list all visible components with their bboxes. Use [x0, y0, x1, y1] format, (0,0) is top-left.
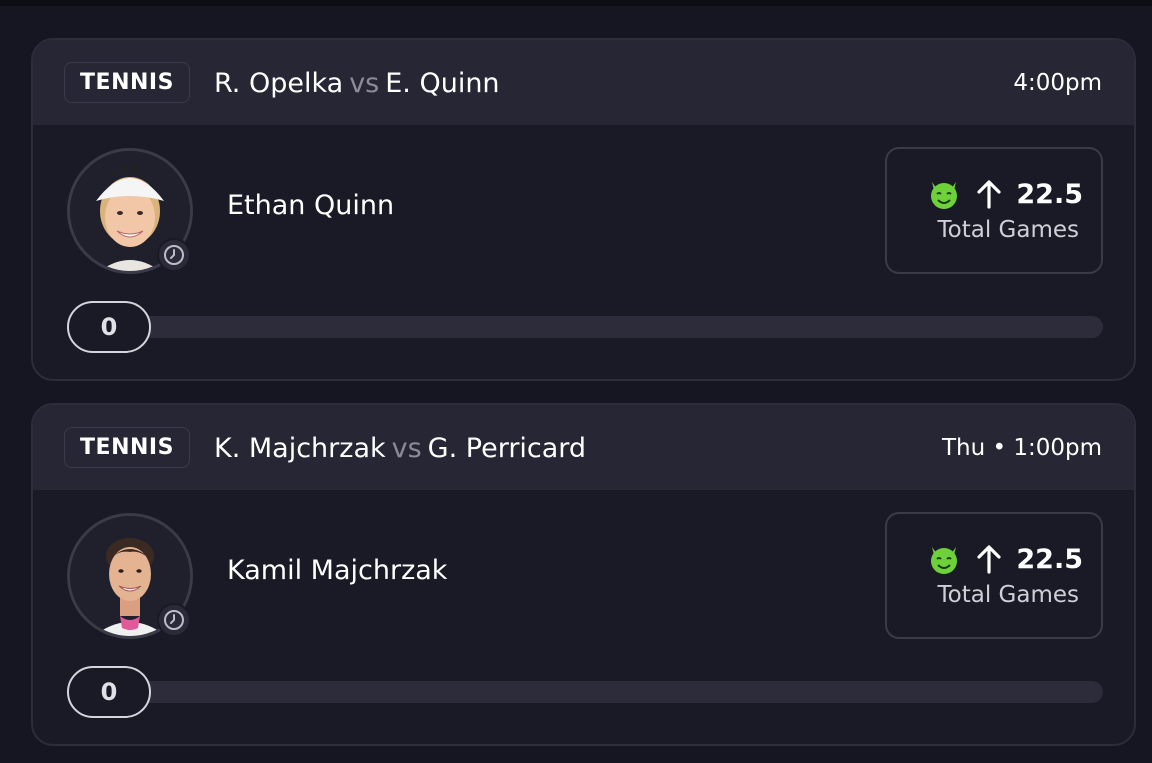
game-time: Thu • 1:00pm — [941, 435, 1102, 461]
player-avatar[interactable] — [67, 513, 193, 639]
matchup-player-1: K. Majchrzak — [214, 432, 386, 464]
arrow-up-icon — [977, 545, 1001, 574]
matchup-player-2: G. Perricard — [427, 432, 587, 464]
pick-card[interactable]: TENNIS K. Majchrzak vs G. Perricard Thu … — [31, 403, 1136, 746]
progress-value: 0 — [67, 666, 151, 718]
sport-badge: TENNIS — [64, 62, 190, 103]
game-time: 4:00pm — [1013, 70, 1102, 96]
player-avatar[interactable] — [67, 148, 193, 274]
progress-value: 0 — [67, 301, 151, 353]
demon-icon — [931, 182, 958, 209]
pick-stat-label: Total Games — [937, 217, 1079, 243]
pick-line-row: 22.5 — [913, 538, 1083, 580]
pick-stat-label: Total Games — [937, 582, 1079, 608]
top-bar — [0, 0, 1152, 6]
matchup: K. Majchrzak vs G. Perricard — [214, 429, 586, 467]
matchup-vs: vs — [349, 67, 380, 99]
pick-line-value: 22.5 — [1016, 543, 1083, 575]
matchup-player-1: R. Opelka — [214, 67, 344, 99]
card-header: TENNIS K. Majchrzak vs G. Perricard Thu … — [33, 405, 1134, 490]
pick-selection-button[interactable]: 22.5 Total Games — [885, 512, 1103, 639]
progress-track — [67, 681, 1103, 703]
pick-line-value: 22.5 — [1016, 178, 1083, 210]
player-name[interactable]: Ethan Quinn — [227, 185, 394, 225]
card-header: TENNIS R. Opelka vs E. Quinn 4:00pm — [33, 40, 1134, 125]
pick-selection-button[interactable]: 22.5 Total Games — [885, 147, 1103, 274]
clock-icon — [157, 603, 191, 637]
sport-badge: TENNIS — [64, 427, 190, 468]
matchup-player-2: E. Quinn — [385, 67, 500, 99]
player-name[interactable]: Kamil Majchrzak — [227, 550, 447, 590]
pick-card[interactable]: TENNIS R. Opelka vs E. Quinn 4:00pm Etha… — [31, 38, 1136, 381]
clock-icon — [157, 238, 191, 272]
progress-track — [67, 316, 1103, 338]
matchup-vs: vs — [391, 432, 422, 464]
arrow-up-icon — [977, 180, 1001, 209]
demon-icon — [931, 547, 958, 574]
matchup: R. Opelka vs E. Quinn — [214, 64, 500, 102]
pick-line-row: 22.5 — [913, 173, 1083, 215]
